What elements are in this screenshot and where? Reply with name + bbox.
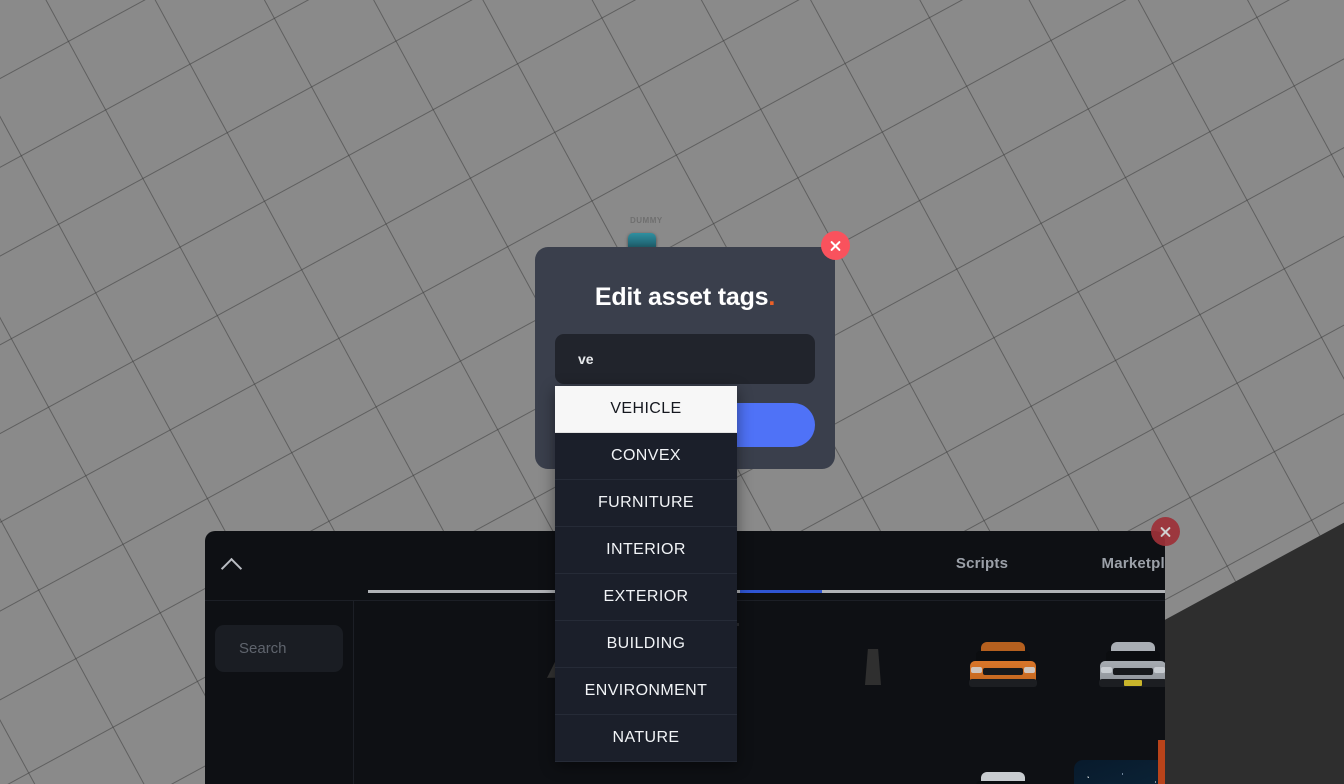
chevron-up-icon — [220, 557, 242, 579]
orange-sedan-thumbnail — [967, 640, 1039, 694]
scene-object-label: DUMMY — [630, 216, 663, 225]
modal-title-accent-dot: . — [768, 283, 776, 311]
dropdown-item-building[interactable]: BUILDING — [555, 621, 737, 668]
asset-item-starfield-skybox[interactable] — [1069, 751, 1165, 784]
modal-title: Edit asset tags. — [535, 283, 835, 312]
close-icon — [1159, 525, 1172, 538]
tag-input-value: ve — [578, 351, 594, 367]
grey-coupe-thumbnail — [1097, 640, 1165, 694]
asset-grid — [354, 601, 1165, 784]
close-asset-panel-button[interactable] — [1151, 517, 1180, 546]
car-headlight-right — [1024, 667, 1035, 673]
car-grille — [983, 668, 1023, 675]
search-input[interactable]: Search — [215, 625, 343, 672]
asset-panel-sidebar: Search — [205, 601, 354, 784]
tab-marketplace[interactable]: Marketplace — [1102, 555, 1165, 572]
asset-item-white-coupe[interactable] — [939, 749, 1067, 784]
asset-item-grey-coupe[interactable] — [1069, 619, 1165, 715]
dropdown-item-furniture[interactable]: FURNITURE — [555, 480, 737, 527]
asset-item-orange-sedan[interactable] — [939, 619, 1067, 715]
dropdown-item-environment[interactable]: ENVIRONMENT — [555, 668, 737, 715]
collapse-panel-button[interactable] — [218, 556, 244, 579]
car-headlight-left — [1101, 667, 1112, 673]
tag-input[interactable]: ve — [555, 334, 815, 384]
car-headlight-right — [1154, 667, 1165, 673]
search-placeholder: Search — [239, 640, 287, 657]
car-grille — [1113, 668, 1153, 675]
white-coupe-thumbnail — [967, 770, 1039, 784]
car-bumper — [969, 679, 1037, 687]
tab-active-indicator — [740, 590, 822, 593]
modal-title-text: Edit asset tags — [594, 283, 769, 311]
car-license-plate — [1124, 680, 1142, 686]
close-modal-button[interactable] — [821, 231, 850, 260]
panel-accent-strip — [1158, 740, 1165, 784]
barrier-block-thumbnail — [865, 649, 881, 685]
app-root: DUMMY Library Scripts Marketplace Search — [0, 0, 1344, 784]
tab-scripts[interactable]: Scripts — [956, 555, 1008, 572]
dropdown-item-nature[interactable]: NATURE — [555, 715, 737, 762]
tag-autocomplete-dropdown[interactable]: VEHICLE CONVEX FURNITURE INTERIOR EXTERI… — [555, 386, 737, 762]
asset-item-barrier-block[interactable] — [809, 619, 937, 715]
dropdown-item-vehicle[interactable]: VEHICLE — [555, 386, 737, 433]
starfield-skybox-thumbnail — [1074, 760, 1165, 784]
dropdown-item-convex[interactable]: CONVEX — [555, 433, 737, 480]
close-icon — [829, 239, 842, 252]
dropdown-item-exterior[interactable]: EXTERIOR — [555, 574, 737, 621]
car-headlight-left — [971, 667, 982, 673]
dropdown-item-interior[interactable]: INTERIOR — [555, 527, 737, 574]
